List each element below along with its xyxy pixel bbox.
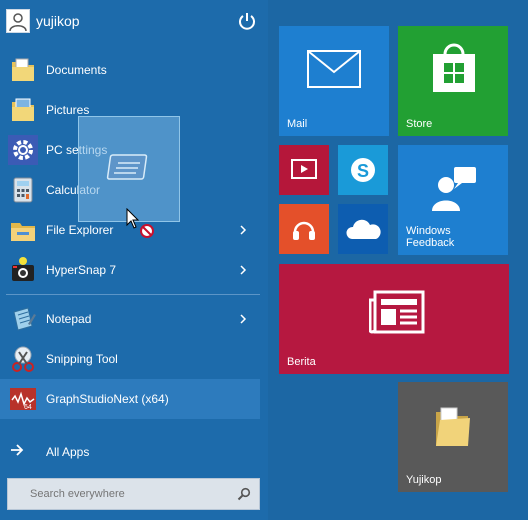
graphstudionext-label: GraphStudioNext (x64) <box>46 392 169 406</box>
user-avatar-icon <box>6 9 30 33</box>
tile-berita-label: Berita <box>287 356 316 368</box>
drag-ghost <box>78 116 180 222</box>
search-input[interactable] <box>28 487 232 501</box>
headphones-icon <box>293 221 315 240</box>
tile-mail-label: Mail <box>287 118 308 130</box>
mail-icon <box>307 50 361 88</box>
all-apps-label: All Apps <box>46 444 90 459</box>
file-explorer-label: File Explorer <box>46 223 114 237</box>
tile-yujikop[interactable]: Yujikop <box>398 382 508 492</box>
news-icon <box>369 290 425 334</box>
search-box[interactable] <box>7 478 260 510</box>
search-icon[interactable] <box>237 487 251 501</box>
chevron-right-icon[interactable] <box>236 262 250 278</box>
svg-text:64: 64 <box>24 404 32 411</box>
list-item-snipping-tool[interactable]: Snipping Tool <box>0 339 260 379</box>
list-item-hypersnap[interactable]: HyperSnap 7 <box>0 250 260 290</box>
hypersnap-icon <box>8 255 38 285</box>
feedback-icon <box>432 167 476 211</box>
tile-mail[interactable]: Mail <box>279 26 389 136</box>
documents-folder-icon <box>8 55 38 85</box>
tile-store-label: Store <box>406 118 433 130</box>
tile-yujikop-label: Yujikop <box>406 474 442 486</box>
no-drop-icon <box>140 224 154 238</box>
skype-icon: S <box>351 158 375 182</box>
tile-windows-feedback-label: Windows Feedback <box>406 225 455 249</box>
notepad-icon <box>8 304 38 334</box>
snipping-tool-icon <box>8 344 38 374</box>
tile-windows-feedback[interactable]: Windows Feedback <box>398 145 508 255</box>
tile-music[interactable] <box>279 204 329 254</box>
tile-onedrive[interactable] <box>338 204 388 254</box>
folder-icon <box>436 407 470 446</box>
list-item-notepad[interactable]: Notepad <box>0 299 260 339</box>
store-bag-icon <box>433 43 475 92</box>
tile-skype[interactable]: S <box>338 145 388 195</box>
cloud-icon <box>346 219 381 239</box>
chevron-right-icon[interactable] <box>236 311 250 327</box>
start-menu-left-pane: yujikop Documents Pictures PC settings C… <box>0 0 268 520</box>
pictures-folder-icon <box>8 95 38 125</box>
start-menu-tile-area: Mail Store S Windows Feedback Berita Yuj… <box>268 0 528 520</box>
file-explorer-icon <box>8 215 38 245</box>
graphstudionext-icon: 64 <box>8 384 38 414</box>
user-account[interactable]: yujikop <box>6 8 80 34</box>
tile-video[interactable] <box>279 145 329 195</box>
svg-text:S: S <box>357 161 369 181</box>
snipping-tool-label: Snipping Tool <box>46 352 118 366</box>
arrow-right-icon <box>10 444 26 459</box>
user-name: yujikop <box>36 13 80 29</box>
power-icon[interactable] <box>236 10 258 32</box>
hypersnap-label: HyperSnap 7 <box>46 263 117 277</box>
documents-label: Documents <box>46 63 107 77</box>
tile-berita[interactable]: Berita <box>279 264 509 374</box>
list-item-documents[interactable]: Documents <box>0 50 260 90</box>
video-icon <box>291 159 317 179</box>
gear-icon <box>8 135 38 165</box>
chevron-right-icon[interactable] <box>236 222 250 238</box>
section-divider <box>6 294 260 295</box>
all-apps-button[interactable]: All Apps <box>10 444 89 459</box>
pictures-label: Pictures <box>46 103 90 117</box>
list-item-graphstudionext[interactable]: 64 GraphStudioNext (x64) <box>0 379 260 419</box>
tile-store[interactable]: Store <box>398 26 508 136</box>
calculator-icon <box>8 175 38 205</box>
notepad-label: Notepad <box>46 312 92 326</box>
